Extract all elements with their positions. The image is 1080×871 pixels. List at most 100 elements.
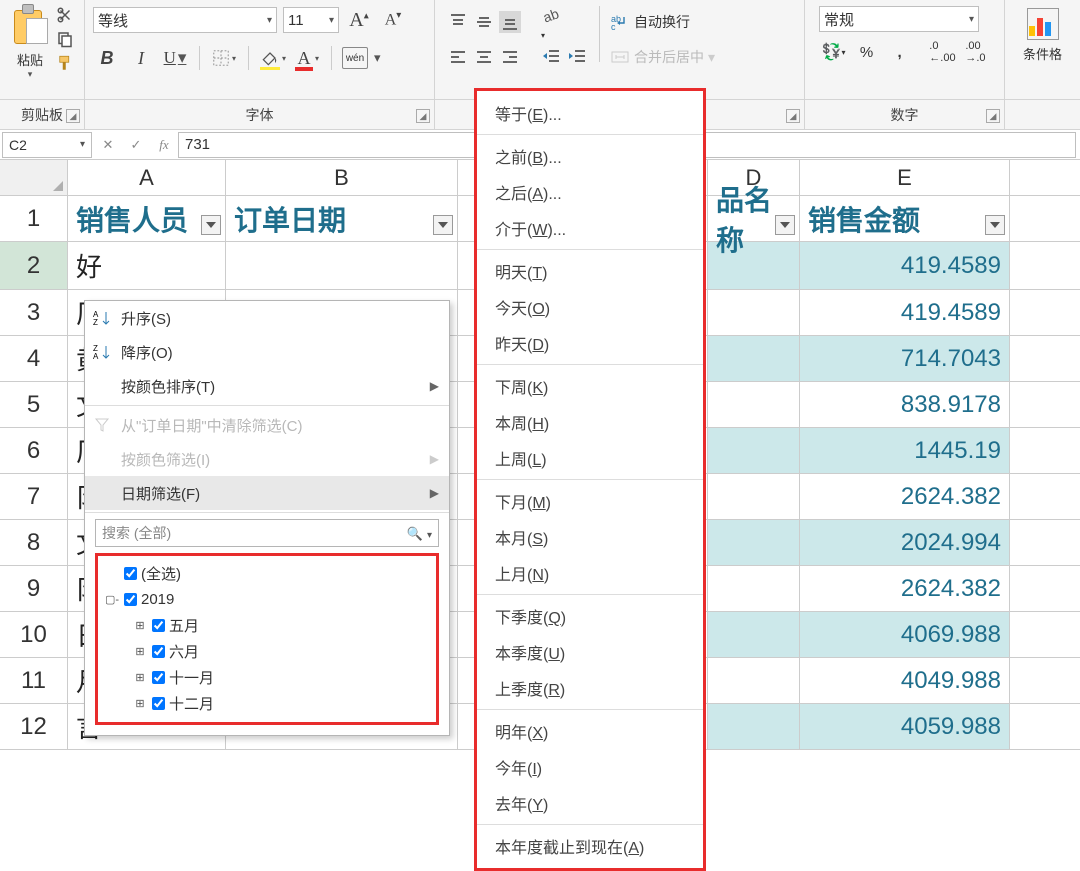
tree-month[interactable]: ⊞十二月 bbox=[104, 690, 430, 716]
checkbox[interactable] bbox=[152, 671, 165, 684]
date-filter-option[interactable]: 本季度(U) bbox=[477, 634, 703, 670]
date-filter-option[interactable]: 之后(A)... bbox=[477, 174, 703, 210]
row-header[interactable]: 8 bbox=[0, 520, 68, 565]
cut-icon[interactable] bbox=[56, 6, 74, 24]
filter-button[interactable] bbox=[201, 215, 221, 235]
borders-button[interactable]: ▾ bbox=[210, 44, 238, 72]
cell[interactable] bbox=[708, 704, 800, 749]
select-all-corner[interactable] bbox=[0, 160, 68, 195]
date-filter-option[interactable]: 上月(N) bbox=[477, 555, 703, 591]
date-filter-option[interactable]: 下周(K) bbox=[477, 368, 703, 404]
date-filter-option[interactable]: 昨天(D) bbox=[477, 325, 703, 361]
format-painter-icon[interactable] bbox=[56, 54, 74, 72]
conditional-format-icon[interactable] bbox=[1025, 6, 1061, 42]
row-header[interactable]: 1 bbox=[0, 196, 68, 241]
row-header[interactable]: 10 bbox=[0, 612, 68, 657]
collapse-icon[interactable]: ▢- bbox=[104, 593, 120, 606]
wrap-text-button[interactable]: abc 自动换行 bbox=[610, 6, 715, 38]
cell[interactable]: 1445.19 bbox=[800, 428, 1010, 473]
cell[interactable]: 4059.988 bbox=[800, 704, 1010, 749]
align-right-icon[interactable] bbox=[499, 46, 521, 68]
expand-icon[interactable]: ⊞ bbox=[132, 619, 148, 632]
align-top-icon[interactable] bbox=[447, 11, 469, 33]
decrease-indent-icon[interactable] bbox=[541, 46, 563, 68]
percent-button[interactable]: % bbox=[852, 38, 881, 66]
tree-select-all[interactable]: (全选) bbox=[104, 560, 430, 586]
decrease-decimal-button[interactable]: .00→.0 bbox=[961, 38, 990, 66]
comma-button[interactable]: , bbox=[885, 38, 914, 66]
cell[interactable]: 4069.988 bbox=[800, 612, 1010, 657]
merge-center-button[interactable]: 合并后居中 ▾ bbox=[610, 40, 715, 74]
cell[interactable] bbox=[708, 658, 800, 703]
cell[interactable] bbox=[708, 290, 800, 335]
sort-desc-item[interactable]: ZA 降序(O) bbox=[85, 335, 449, 369]
date-filter-option[interactable]: 下月(M) bbox=[477, 483, 703, 519]
cell[interactable] bbox=[226, 242, 458, 289]
cell[interactable]: 2624.382 bbox=[800, 566, 1010, 611]
dialog-launcher-icon[interactable]: ◢ bbox=[786, 109, 800, 123]
row-header[interactable]: 11 bbox=[0, 658, 68, 703]
checkbox[interactable] bbox=[152, 645, 165, 658]
col-header-B[interactable]: B bbox=[226, 160, 458, 195]
dialog-launcher-icon[interactable]: ◢ bbox=[986, 109, 1000, 123]
date-filter-option[interactable]: 本月(S) bbox=[477, 519, 703, 555]
sort-asc-item[interactable]: AZ 升序(S) bbox=[85, 301, 449, 335]
checkbox[interactable] bbox=[124, 593, 137, 606]
tree-month[interactable]: ⊞十一月 bbox=[104, 664, 430, 690]
align-middle-icon[interactable] bbox=[473, 11, 495, 33]
row-header[interactable]: 12 bbox=[0, 704, 68, 749]
increase-decimal-button[interactable]: .0←.00 bbox=[928, 38, 957, 66]
underline-button[interactable]: U▾ bbox=[161, 44, 189, 72]
italic-button[interactable]: I bbox=[127, 44, 155, 72]
align-left-icon[interactable] bbox=[447, 46, 469, 68]
bold-button[interactable]: B bbox=[93, 44, 121, 72]
cell[interactable] bbox=[708, 474, 800, 519]
cell[interactable]: 2624.382 bbox=[800, 474, 1010, 519]
orientation-icon[interactable]: ab▾ bbox=[541, 4, 563, 41]
cell[interactable]: 419.4589 bbox=[800, 242, 1010, 289]
cell[interactable] bbox=[708, 428, 800, 473]
font-color-button[interactable]: A ▾ bbox=[293, 44, 321, 72]
row-header[interactable]: 2 bbox=[0, 242, 68, 289]
header-cell-B[interactable]: 订单日期 bbox=[226, 196, 458, 241]
cell[interactable] bbox=[708, 382, 800, 427]
cell[interactable]: 838.9178 bbox=[800, 382, 1010, 427]
row-header[interactable]: 7 bbox=[0, 474, 68, 519]
date-filter-item[interactable]: 日期筛选(F) ▶ bbox=[85, 476, 449, 510]
header-cell-D[interactable]: 品名称 bbox=[708, 196, 800, 241]
date-filter-option[interactable]: 上周(L) bbox=[477, 440, 703, 476]
date-filter-option[interactable]: 明天(T) bbox=[477, 253, 703, 289]
checkbox[interactable] bbox=[124, 567, 137, 580]
date-filter-option[interactable]: 今天(O) bbox=[477, 289, 703, 325]
date-filter-option[interactable]: 之前(B)... bbox=[477, 138, 703, 174]
date-filter-option[interactable]: 明年(X) bbox=[477, 713, 703, 749]
fx-icon[interactable]: fx bbox=[150, 137, 178, 153]
filter-button[interactable] bbox=[775, 215, 795, 235]
dialog-launcher-icon[interactable]: ◢ bbox=[416, 109, 430, 123]
cell[interactable] bbox=[708, 612, 800, 657]
cell[interactable]: 419.4589 bbox=[800, 290, 1010, 335]
filter-search-input[interactable]: 搜索 (全部) 🔍 ▾ bbox=[95, 519, 439, 547]
date-filter-option[interactable]: 去年(Y) bbox=[477, 785, 703, 821]
align-bottom-icon[interactable] bbox=[499, 11, 521, 33]
header-cell-A[interactable]: 销售人员 bbox=[68, 196, 226, 241]
row-header[interactable]: 6 bbox=[0, 428, 68, 473]
cell[interactable] bbox=[708, 520, 800, 565]
sort-by-color-item[interactable]: 按颜色排序(T) ▶ bbox=[85, 369, 449, 403]
date-filter-option[interactable]: 本年度截止到现在(A) bbox=[477, 828, 703, 864]
increase-font-icon[interactable]: A▴ bbox=[345, 6, 373, 34]
copy-icon[interactable] bbox=[56, 30, 74, 48]
filter-button[interactable] bbox=[985, 215, 1005, 235]
decrease-font-icon[interactable]: A▾ bbox=[379, 6, 407, 34]
name-box[interactable]: C2 ▾ bbox=[2, 132, 92, 158]
cell[interactable]: 2024.994 bbox=[800, 520, 1010, 565]
cell[interactable]: 好 bbox=[68, 242, 226, 289]
col-header-A[interactable]: A bbox=[68, 160, 226, 195]
expand-icon[interactable]: ⊞ bbox=[132, 697, 148, 710]
paste-button[interactable]: 粘贴 ▾ bbox=[8, 4, 52, 80]
date-filter-option[interactable]: 下季度(Q) bbox=[477, 598, 703, 634]
accounting-format-button[interactable]: 💱▾ bbox=[819, 38, 848, 66]
checkbox[interactable] bbox=[152, 619, 165, 632]
number-format-combo[interactable]: 常规 ▾ bbox=[819, 6, 979, 32]
filter-button[interactable] bbox=[433, 215, 453, 235]
